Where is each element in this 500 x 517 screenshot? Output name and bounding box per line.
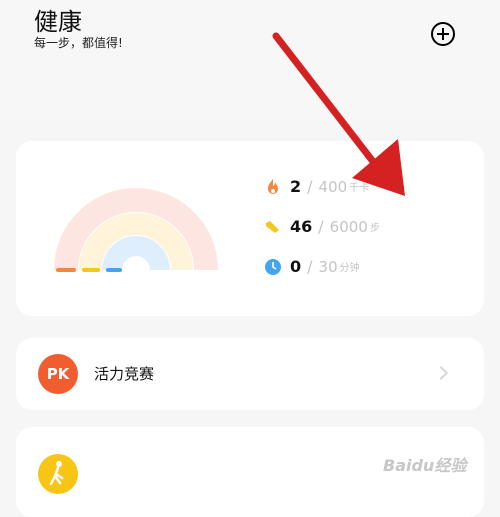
separator: / [318, 217, 324, 236]
step-unit: 步 [369, 223, 380, 234]
minute-ring [102, 236, 170, 271]
add-icon[interactable] [431, 22, 455, 46]
minute-goal: 30 [318, 257, 338, 276]
walking-icon [38, 454, 78, 494]
challenge-card[interactable]: PK 活力竞赛 [16, 338, 484, 410]
minute-progress-mark [106, 268, 122, 272]
calorie-value: 2 [290, 177, 302, 196]
minute-stat: 0 / 30 分钟 [264, 257, 360, 276]
watermark-logo: Baidu经验 [383, 456, 467, 475]
clock-icon [265, 258, 281, 275]
step-goal: 6000 [329, 217, 368, 236]
minute-value: 0 [290, 257, 302, 276]
pk-avatar: PK [38, 354, 78, 394]
calorie-progress-mark [56, 268, 76, 272]
separator: / [307, 257, 313, 276]
activity-summary-card[interactable]: 2 / 400 千卡 46 / 6000 步 0 / 30 分钟 [16, 141, 484, 316]
shoe-icon [266, 220, 279, 233]
header: 健康 每一步，都值得! [0, 0, 500, 120]
page-subtitle: 每一步，都值得! [34, 36, 123, 50]
step-value: 46 [290, 217, 313, 236]
separator: / [307, 177, 313, 196]
minute-unit: 分钟 [339, 263, 360, 274]
calorie-unit: 千卡 [349, 183, 370, 194]
step-progress-mark [82, 268, 100, 272]
challenge-label: 活力竞赛 [94, 365, 155, 383]
activity-rings [54, 188, 218, 272]
chevron-right-icon [433, 365, 449, 381]
calorie-goal: 400 [318, 177, 348, 196]
step-stat: 46 / 6000 步 [264, 217, 380, 236]
page-title: 健康 [34, 8, 82, 36]
flame-icon [268, 178, 278, 194]
calorie-stat: 2 / 400 千卡 [264, 177, 369, 196]
